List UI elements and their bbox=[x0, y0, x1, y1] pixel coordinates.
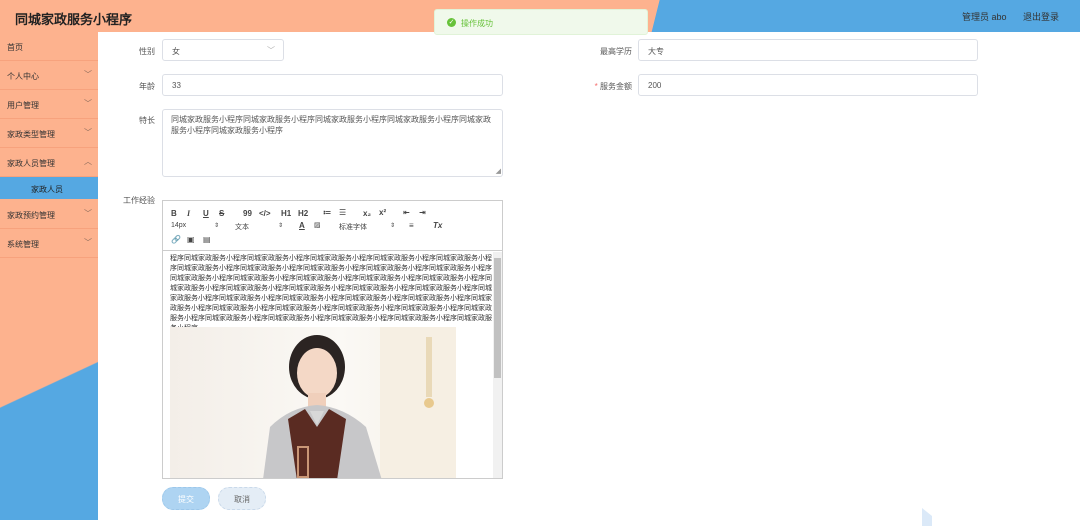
scrollbar-thumb[interactable] bbox=[494, 258, 501, 378]
heading1-button[interactable]: H1 bbox=[281, 209, 291, 218]
font-size-select[interactable]: 14px ⇕ bbox=[171, 222, 219, 232]
underline-button[interactable]: U bbox=[203, 209, 209, 218]
fee-input[interactable]: 200 bbox=[638, 74, 978, 96]
italic-button[interactable]: I bbox=[187, 209, 190, 218]
align-button[interactable]: ≡ bbox=[409, 221, 414, 230]
current-user-label: 管理员 abo bbox=[962, 12, 1007, 22]
sidebar-item-label: 家政人员管理 bbox=[7, 159, 55, 168]
clean-format-button[interactable]: Tx bbox=[433, 221, 442, 230]
fee-label: * 服务金额 bbox=[548, 81, 632, 92]
fee-value: 200 bbox=[648, 81, 662, 90]
rich-text-editor: B I U S 99 </> H1 H2 ≔ ☰ x₂ x² ⇤ ⇥ 14px … bbox=[162, 200, 503, 479]
text-type-value: 文本 bbox=[235, 224, 249, 231]
superscript-button[interactable]: x² bbox=[379, 208, 386, 217]
submit-button[interactable]: 提交 bbox=[162, 487, 210, 510]
sidebar-subitem-staff[interactable]: 家政人员 bbox=[0, 177, 98, 199]
cancel-button[interactable]: 取消 bbox=[218, 487, 266, 510]
video-icon[interactable]: ▤ bbox=[203, 235, 211, 244]
experience-label: 工作经验 bbox=[123, 196, 155, 205]
sidebar-subitem-label: 家政人员 bbox=[31, 185, 63, 194]
sidebar-item-label: 用户管理 bbox=[7, 101, 39, 110]
staff-photo bbox=[170, 327, 456, 478]
gender-select[interactable]: 女 ﹀ bbox=[162, 39, 284, 61]
main-content: 性别 女 ﹀ 最高学历 大专 年龄 33 * 服务金额 200 特长 同城家政服… bbox=[98, 32, 1080, 526]
bullet-list-button[interactable]: ☰ bbox=[339, 208, 346, 217]
chevron-down-icon: ﹀ bbox=[84, 209, 92, 218]
specialty-label: 特长 bbox=[139, 116, 155, 125]
sidebar-item-bookings[interactable]: 家政预约管理 ﹀ bbox=[0, 200, 98, 229]
bold-button[interactable]: B bbox=[171, 209, 177, 218]
sidebar-item-service-types[interactable]: 家政类型管理 ﹀ bbox=[0, 119, 98, 148]
fee-label-text: 服务金额 bbox=[600, 82, 632, 91]
link-icon[interactable]: 🔗 bbox=[171, 235, 181, 244]
sidebar-item-label: 家政预约管理 bbox=[7, 211, 55, 220]
font-size-value: 14px bbox=[171, 222, 187, 229]
font-color-icon[interactable]: A bbox=[299, 221, 305, 230]
select-arrows-icon: ⇕ bbox=[213, 223, 219, 229]
sidebar-item-label: 首页 bbox=[7, 43, 23, 52]
age-input[interactable]: 33 bbox=[162, 74, 503, 96]
font-family-select[interactable]: 标准字体 ⇕ bbox=[339, 222, 395, 232]
specialty-textarea[interactable]: 同城家政服务小程序同城家政服务小程序同城家政服务小程序同城家政服务小程序同城家政… bbox=[162, 109, 503, 177]
editor-scrollbar[interactable] bbox=[493, 252, 502, 478]
resize-handle-icon[interactable]: ◢ bbox=[496, 167, 501, 175]
text-type-select[interactable]: 文本 ⇕ bbox=[235, 222, 283, 232]
age-label: 年龄 bbox=[139, 82, 155, 91]
sidebar: 首页 个人中心 ﹀ 用户管理 ﹀ 家政类型管理 ﹀ 家政人员管理 ︿ 家政人员 … bbox=[0, 32, 98, 520]
sidebar-item-system[interactable]: 系统管理 ﹀ bbox=[0, 229, 98, 258]
gender-label: 性别 bbox=[139, 47, 155, 56]
gender-value: 女 bbox=[172, 47, 180, 56]
specialty-value: 同城家政服务小程序同城家政服务小程序同城家政服务小程序同城家政服务小程序同城家政… bbox=[171, 115, 491, 135]
age-value: 33 bbox=[172, 81, 181, 90]
font-family-value: 标准字体 bbox=[339, 224, 367, 231]
check-circle-icon: ✓ bbox=[447, 18, 456, 27]
ordered-list-button[interactable]: ≔ bbox=[323, 208, 332, 217]
background-color-icon[interactable]: ▨ bbox=[314, 221, 321, 229]
education-value: 大专 bbox=[648, 47, 664, 56]
editor-toolbar: B I U S 99 </> H1 H2 ≔ ☰ x₂ x² ⇤ ⇥ 14px … bbox=[163, 201, 502, 251]
experience-text: 程序同城家政服务小程序同城家政服务小程序同城家政服务小程序同城家政服务小程序同城… bbox=[170, 255, 492, 332]
image-icon[interactable]: ▣ bbox=[187, 235, 195, 244]
sidebar-item-staff[interactable]: 家政人员管理 ︿ bbox=[0, 148, 98, 177]
chevron-up-icon: ︿ bbox=[84, 157, 92, 166]
outdent-button[interactable]: ⇤ bbox=[403, 208, 410, 217]
code-block-button[interactable]: </> bbox=[259, 209, 271, 218]
sidebar-item-label: 家政类型管理 bbox=[7, 130, 55, 139]
indent-button[interactable]: ⇥ bbox=[419, 208, 426, 217]
required-mark: * bbox=[594, 82, 598, 91]
select-arrows-icon: ⇕ bbox=[389, 223, 395, 229]
chevron-down-icon: ﹀ bbox=[84, 238, 92, 247]
select-arrows-icon: ⇕ bbox=[277, 223, 283, 229]
chevron-down-icon: ﹀ bbox=[84, 70, 92, 79]
chevron-down-icon: ﹀ bbox=[84, 99, 92, 108]
education-label: 最高学历 bbox=[600, 47, 632, 56]
sidebar-item-home[interactable]: 首页 bbox=[0, 32, 98, 61]
sidebar-item-label: 个人中心 bbox=[7, 72, 39, 81]
success-toast: ✓ 操作成功 bbox=[434, 9, 648, 35]
education-input[interactable]: 大专 bbox=[638, 39, 978, 61]
sidebar-item-label: 系统管理 bbox=[7, 240, 39, 249]
sidebar-item-users[interactable]: 用户管理 ﹀ bbox=[0, 90, 98, 119]
blockquote-button[interactable]: 99 bbox=[243, 209, 252, 218]
chevron-down-icon: ﹀ bbox=[267, 46, 275, 55]
logout-button[interactable]: 退出登录 bbox=[1023, 10, 1059, 23]
watermark-logo-icon bbox=[922, 508, 932, 526]
chevron-down-icon: ﹀ bbox=[84, 128, 92, 137]
sidebar-item-profile[interactable]: 个人中心 ﹀ bbox=[0, 61, 98, 90]
subscript-button[interactable]: x₂ bbox=[363, 209, 371, 218]
editor-content[interactable]: 程序同城家政服务小程序同城家政服务小程序同城家政服务小程序同城家政服务小程序同城… bbox=[163, 252, 502, 478]
toast-message: 操作成功 bbox=[461, 19, 493, 28]
heading2-button[interactable]: H2 bbox=[298, 209, 308, 218]
strike-button[interactable]: S bbox=[219, 209, 224, 218]
app-title: 同城家政服务小程序 bbox=[15, 12, 133, 27]
